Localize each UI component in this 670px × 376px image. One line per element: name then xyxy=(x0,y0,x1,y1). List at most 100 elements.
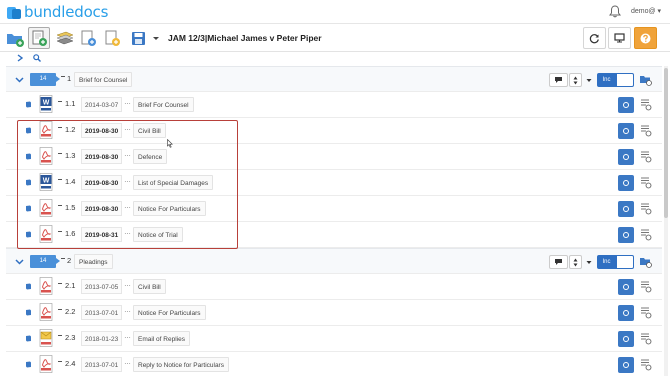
document-title[interactable]: Notice For Particulars xyxy=(133,305,206,320)
open-document-button[interactable] xyxy=(618,331,634,347)
bookmark-icon[interactable] xyxy=(25,283,32,290)
section-label[interactable]: Brief for Counsel xyxy=(74,72,133,87)
document-settings-icon[interactable] xyxy=(639,124,652,137)
document-title[interactable]: Civil Bill xyxy=(133,279,166,294)
document-settings-icon[interactable] xyxy=(639,358,652,371)
document-row[interactable]: 2.3 2018-01-23 … Email of Replies xyxy=(6,326,662,352)
section-row[interactable]: 14 1 Brief for Counsel Inc xyxy=(6,66,662,92)
bookmark-icon[interactable] xyxy=(25,231,32,238)
document-date[interactable]: 2019-08-30 xyxy=(81,201,123,216)
circle-icon xyxy=(623,336,629,342)
add-link-icon[interactable] xyxy=(77,27,99,49)
section-comment-button[interactable] xyxy=(549,255,568,269)
bookmark-icon[interactable] xyxy=(25,101,32,108)
dash xyxy=(58,231,62,232)
document-row[interactable]: 2.1 2013-07-05 … Civil Bill xyxy=(6,274,662,300)
ellipsis: … xyxy=(124,333,131,340)
collapse-chevron-icon[interactable] xyxy=(15,75,24,84)
add-section-icon[interactable] xyxy=(4,27,26,49)
add-document-button[interactable] xyxy=(28,27,50,49)
section-dropdown-button[interactable] xyxy=(583,73,595,87)
section-sort-button[interactable] xyxy=(569,255,582,269)
open-document-button[interactable] xyxy=(618,97,634,113)
bookmark-icon[interactable] xyxy=(25,127,32,134)
refresh-button[interactable] xyxy=(583,27,606,49)
document-date[interactable]: 2019-08-31 xyxy=(81,227,123,242)
preview-button[interactable] xyxy=(608,27,631,49)
comment-icon xyxy=(555,259,562,265)
section-label[interactable]: Pleadings xyxy=(74,254,113,269)
stack-documents-icon[interactable] xyxy=(54,27,76,49)
section-row[interactable]: 14 2 Pleadings Inc xyxy=(6,248,662,274)
bookmark-icon[interactable] xyxy=(25,309,32,316)
document-date[interactable]: 2014-03-07 xyxy=(81,97,123,112)
include-button[interactable]: Inc xyxy=(597,73,616,87)
document-settings-icon[interactable] xyxy=(639,202,652,215)
open-document-button[interactable] xyxy=(618,149,634,165)
document-settings-icon[interactable] xyxy=(639,98,652,111)
document-date[interactable]: 2013-07-01 xyxy=(81,305,123,320)
help-button[interactable] xyxy=(634,27,657,49)
document-settings-icon[interactable] xyxy=(639,150,652,163)
section-sort-button[interactable] xyxy=(569,73,582,87)
document-row[interactable]: W 1.4 2019-08-30 … List of Special Damag… xyxy=(6,170,662,196)
document-row[interactable]: 1.3 2019-08-30 … Defence xyxy=(6,144,662,170)
user-menu[interactable]: demo@ ▾ xyxy=(631,7,661,15)
open-document-button[interactable] xyxy=(618,305,634,321)
document-title[interactable]: List of Special Damages xyxy=(133,175,214,190)
document-title[interactable]: Email of Replies xyxy=(133,331,190,346)
bookmark-icon[interactable] xyxy=(25,205,32,212)
open-document-button[interactable] xyxy=(618,201,634,217)
open-document-button[interactable] xyxy=(618,123,634,139)
add-note-icon[interactable] xyxy=(101,27,123,49)
document-title[interactable]: Civil Bill xyxy=(133,123,166,138)
section-comment-button[interactable] xyxy=(549,73,568,87)
document-row[interactable]: 1.2 2019-08-30 … Civil Bill xyxy=(6,118,662,144)
open-document-button[interactable] xyxy=(618,227,634,243)
brand-logo[interactable]: bundledocs xyxy=(7,3,108,21)
document-settings-icon[interactable] xyxy=(639,228,652,241)
document-title[interactable]: Brief For Counsel xyxy=(133,97,194,112)
document-title[interactable]: Defence xyxy=(133,149,168,164)
document-settings-icon[interactable] xyxy=(639,306,652,319)
document-settings-icon[interactable] xyxy=(639,332,652,345)
section-dropdown-button[interactable] xyxy=(583,255,595,269)
document-row[interactable]: 2.2 2013-07-01 … Notice For Particulars xyxy=(6,300,662,326)
save-dropdown-chevron-icon[interactable] xyxy=(150,27,162,49)
document-settings-icon[interactable] xyxy=(639,280,652,293)
document-title[interactable]: Notice For Particulars xyxy=(133,201,206,216)
bookmark-icon[interactable] xyxy=(25,361,32,368)
bell-icon[interactable] xyxy=(609,5,621,18)
bookmark-icon[interactable] xyxy=(25,335,32,342)
bookmark-icon[interactable] xyxy=(25,153,32,160)
open-document-button[interactable] xyxy=(618,175,634,191)
bookmark-icon[interactable] xyxy=(25,179,32,186)
collapse-chevron-icon[interactable] xyxy=(15,257,24,266)
scrollbar-thumb[interactable] xyxy=(664,68,668,218)
document-title[interactable]: Notice of Trial xyxy=(133,227,183,242)
document-date[interactable]: 2013-07-01 xyxy=(81,357,123,372)
document-date[interactable]: 2018-01-23 xyxy=(81,331,123,346)
search-icon[interactable] xyxy=(33,54,41,62)
include-toggle[interactable] xyxy=(616,255,634,269)
document-date[interactable]: 2013-07-05 xyxy=(81,279,123,294)
include-toggle[interactable] xyxy=(616,73,634,87)
dash xyxy=(58,361,62,362)
document-row[interactable]: 1.6 2019-08-31 … Notice of Trial xyxy=(6,222,662,248)
comment-icon xyxy=(555,77,562,83)
open-document-button[interactable] xyxy=(618,279,634,295)
document-row[interactable]: 1.5 2019-08-30 … Notice For Particulars xyxy=(6,196,662,222)
include-button[interactable]: Inc xyxy=(597,255,616,269)
document-row[interactable]: W 1.1 2014-03-07 … Brief For Counsel xyxy=(6,92,662,118)
document-date[interactable]: 2019-08-30 xyxy=(81,123,123,138)
document-date[interactable]: 2019-08-30 xyxy=(81,175,123,190)
document-row[interactable]: 2.4 2013-07-01 … Reply to Notice for Par… xyxy=(6,352,662,376)
document-date[interactable]: 2019-08-30 xyxy=(81,149,123,164)
save-icon[interactable] xyxy=(131,27,147,49)
open-document-button[interactable] xyxy=(618,357,634,373)
folder-settings-icon[interactable] xyxy=(639,255,652,268)
expand-panel-chevron-icon[interactable] xyxy=(17,54,23,62)
folder-settings-icon[interactable] xyxy=(639,73,652,86)
document-title[interactable]: Reply to Notice for Particulars xyxy=(133,357,229,372)
document-settings-icon[interactable] xyxy=(639,176,652,189)
